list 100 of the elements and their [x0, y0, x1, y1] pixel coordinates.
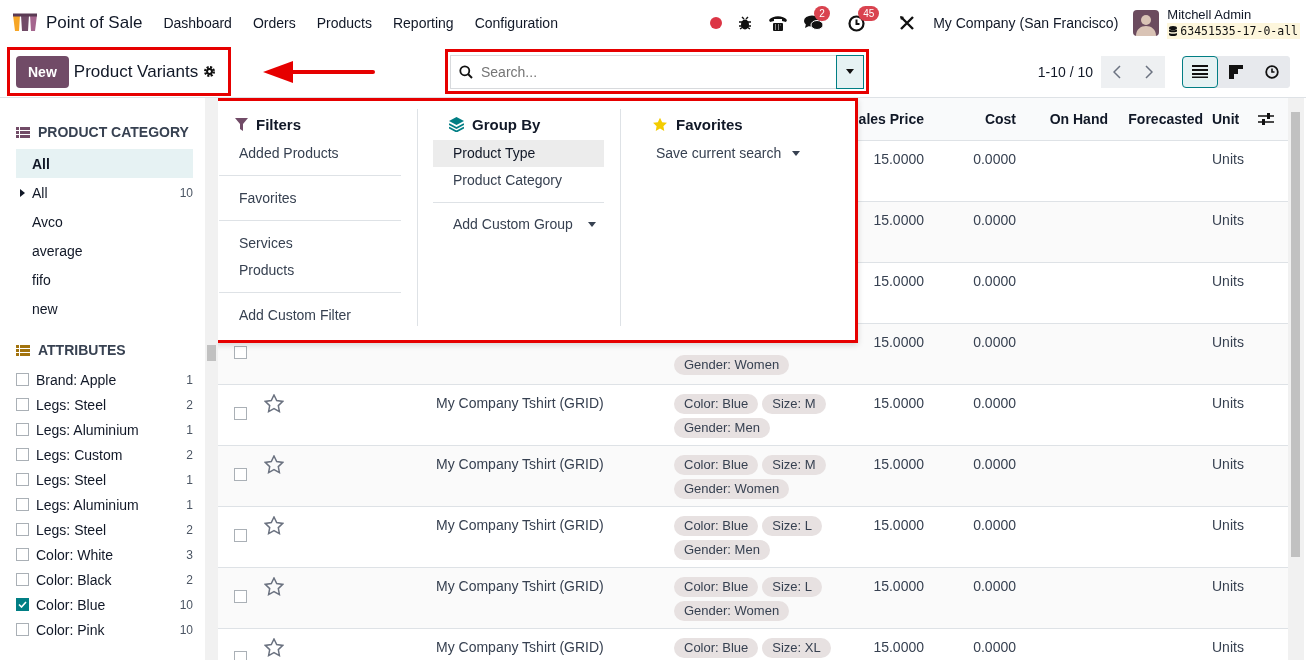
table-cell: Units	[1212, 212, 1244, 228]
menu-item[interactable]: Products	[316, 15, 372, 31]
table-cell: 0.0000	[973, 273, 1016, 289]
filter-option[interactable]: Add Custom Filter	[219, 302, 401, 329]
checkbox[interactable]	[16, 498, 29, 511]
column-header[interactable]: Forecasted	[1108, 111, 1203, 127]
search-options-toggle[interactable]	[836, 54, 864, 89]
column-header[interactable]: ales Price	[854, 111, 924, 127]
filter-label[interactable]: Brand: Apple	[36, 371, 117, 388]
item-count: 1	[186, 497, 193, 512]
table-cell: 0.0000	[973, 395, 1016, 411]
attribute-tag: Color: Blue	[674, 455, 759, 475]
star-icon[interactable]	[264, 455, 284, 474]
filter-label[interactable]: Legs: Steel	[36, 521, 107, 538]
checkbox[interactable]	[16, 598, 29, 611]
table-cell: Units	[1212, 151, 1244, 167]
checkbox[interactable]	[16, 523, 29, 536]
row-checkbox[interactable]	[234, 529, 247, 542]
table-cell: 0.0000	[973, 578, 1016, 594]
filter-label[interactable]: Legs: Aluminium	[36, 421, 139, 438]
product-name: My Company Tshirt (GRID)	[436, 395, 604, 411]
custom-group-select[interactable]: Add Custom Group	[433, 211, 604, 237]
filter-label[interactable]: Legs: Steel	[36, 396, 107, 413]
filter-label[interactable]: Color: Blue	[36, 596, 106, 613]
group-by-option[interactable]: Product Type	[433, 140, 604, 167]
category-item[interactable]: fifo	[16, 265, 193, 294]
category-label: Avco	[32, 213, 63, 230]
app-logo-icon[interactable]	[12, 13, 38, 33]
table-cell: 0.0000	[973, 212, 1016, 228]
menu-item[interactable]: Dashboard	[163, 15, 232, 31]
search-field[interactable]: Search...	[450, 54, 836, 89]
checkbox[interactable]	[16, 473, 29, 486]
filter-option[interactable]: Products	[219, 257, 401, 284]
checkbox[interactable]	[16, 398, 29, 411]
scrollbar[interactable]	[205, 98, 218, 660]
table-cell: Units	[1212, 334, 1244, 350]
attribute-tag: Color: Blue	[674, 577, 759, 597]
checkbox[interactable]	[16, 448, 29, 461]
checkbox[interactable]	[16, 423, 29, 436]
filter-label[interactable]: Legs: Custom	[36, 446, 123, 463]
database-icon	[1169, 26, 1178, 36]
avatar[interactable]	[1133, 10, 1160, 36]
checkbox[interactable]	[16, 573, 29, 586]
category-item[interactable]: Avco	[16, 207, 193, 236]
attribute-tag: Gender: Men	[674, 418, 770, 438]
app-name[interactable]: Point of Sale	[46, 13, 143, 33]
filter-label[interactable]: Color: Pink	[36, 621, 105, 638]
save-search-select[interactable]: Save current search	[636, 140, 808, 166]
filter-icon	[235, 117, 248, 131]
column-header[interactable]: On Hand	[1016, 111, 1108, 127]
row-checkbox[interactable]	[234, 407, 247, 420]
star-icon[interactable]	[264, 516, 284, 535]
menu-item[interactable]: Configuration	[474, 15, 558, 31]
filter-label[interactable]: Color: White	[36, 546, 114, 563]
menu-item[interactable]: Reporting	[392, 15, 454, 31]
category-item[interactable]: new	[16, 294, 193, 323]
row-checkbox[interactable]	[234, 590, 247, 603]
clock-icon	[1265, 64, 1279, 79]
category-item[interactable]: All 10	[16, 178, 193, 207]
star-icon	[652, 116, 668, 132]
category-item[interactable]: All	[16, 149, 193, 178]
company-switcher[interactable]: My Company (San Francisco)	[933, 15, 1119, 31]
column-header[interactable]: Unit	[1212, 111, 1240, 127]
attribute-tag: Size: XL	[762, 638, 831, 658]
checkbox[interactable]	[16, 548, 29, 561]
checkbox[interactable]	[16, 373, 29, 386]
phone-icon[interactable]	[768, 15, 789, 31]
group-by-option[interactable]: Product Category	[433, 167, 604, 194]
star-icon[interactable]	[264, 394, 284, 413]
star-icon[interactable]	[264, 577, 284, 596]
caret-icon[interactable]	[20, 188, 25, 197]
filter-label[interactable]: Legs: Aluminium	[36, 496, 139, 513]
filter-option[interactable]: Favorites	[219, 185, 401, 212]
new-button[interactable]: New	[16, 55, 69, 88]
gear-icon[interactable]	[203, 65, 217, 78]
select-label: Save current search	[656, 145, 782, 161]
category-item[interactable]: average	[16, 236, 193, 265]
view-switch-button[interactable]	[1182, 55, 1218, 88]
table-cell: 15.0000	[873, 578, 924, 594]
column-header[interactable]: Cost	[924, 111, 1016, 127]
star-icon[interactable]	[264, 638, 284, 657]
checkbox[interactable]	[16, 623, 29, 636]
category-label: average	[32, 242, 83, 259]
scrollbar[interactable]	[1288, 98, 1304, 660]
menu-item[interactable]: Orders	[252, 15, 296, 31]
filter-option[interactable]: Added Products	[219, 140, 401, 167]
item-count: 3	[186, 547, 193, 562]
filter-option[interactable]: Services	[219, 230, 401, 257]
caret-icon	[588, 221, 596, 227]
user-name[interactable]: Mitchell Admin	[1167, 7, 1300, 23]
sliders-icon[interactable]	[1258, 112, 1274, 126]
filter-label[interactable]: Legs: Steel	[36, 471, 107, 488]
row-checkbox[interactable]	[234, 468, 247, 481]
filter-label[interactable]: Color: Black	[36, 571, 112, 588]
pager-value[interactable]: 1-10 / 10	[1037, 63, 1093, 80]
bug-icon[interactable]	[738, 16, 753, 30]
product-name: My Company Tshirt (GRID)	[436, 517, 604, 533]
row-checkbox[interactable]	[234, 346, 247, 359]
item-count: 1	[186, 372, 193, 387]
record-dot-icon[interactable]	[710, 17, 723, 29]
